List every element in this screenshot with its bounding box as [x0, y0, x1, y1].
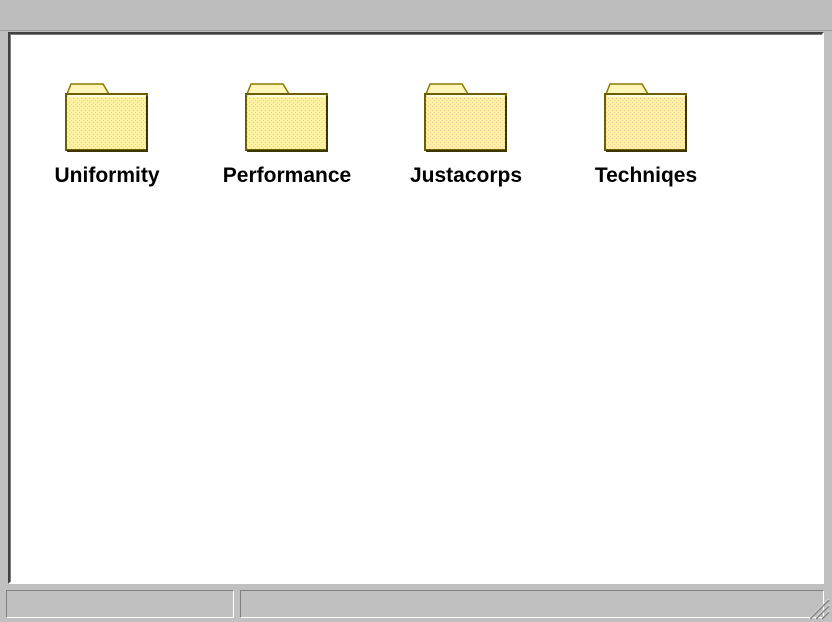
folder-label: Performance: [222, 164, 352, 187]
folder-icon: [245, 83, 328, 152]
folder-icon: [424, 83, 507, 152]
folder-view-pane[interactable]: Uniformity Performance Justacorps Techni…: [8, 32, 824, 584]
folder-item-justacorps[interactable]: Justacorps: [391, 82, 541, 188]
folder-icon: [604, 83, 687, 152]
status-pane-right: [240, 590, 824, 618]
folder-item-techniqes[interactable]: Techniqes: [571, 82, 721, 188]
folder-label: Techniqes: [594, 164, 698, 187]
folder-label: Justacorps: [409, 164, 523, 187]
folder-label: Uniformity: [54, 164, 160, 187]
status-bar: [0, 586, 832, 622]
title-bar[interactable]: [0, 0, 832, 31]
resize-grip-icon[interactable]: [804, 594, 830, 620]
folder-item-performance[interactable]: Performance: [212, 82, 362, 188]
folder-icon: [65, 83, 148, 152]
folder-item-uniformity[interactable]: Uniformity: [32, 82, 182, 188]
status-pane-left: [6, 590, 234, 618]
file-manager-window: Uniformity Performance Justacorps Techni…: [0, 0, 832, 622]
